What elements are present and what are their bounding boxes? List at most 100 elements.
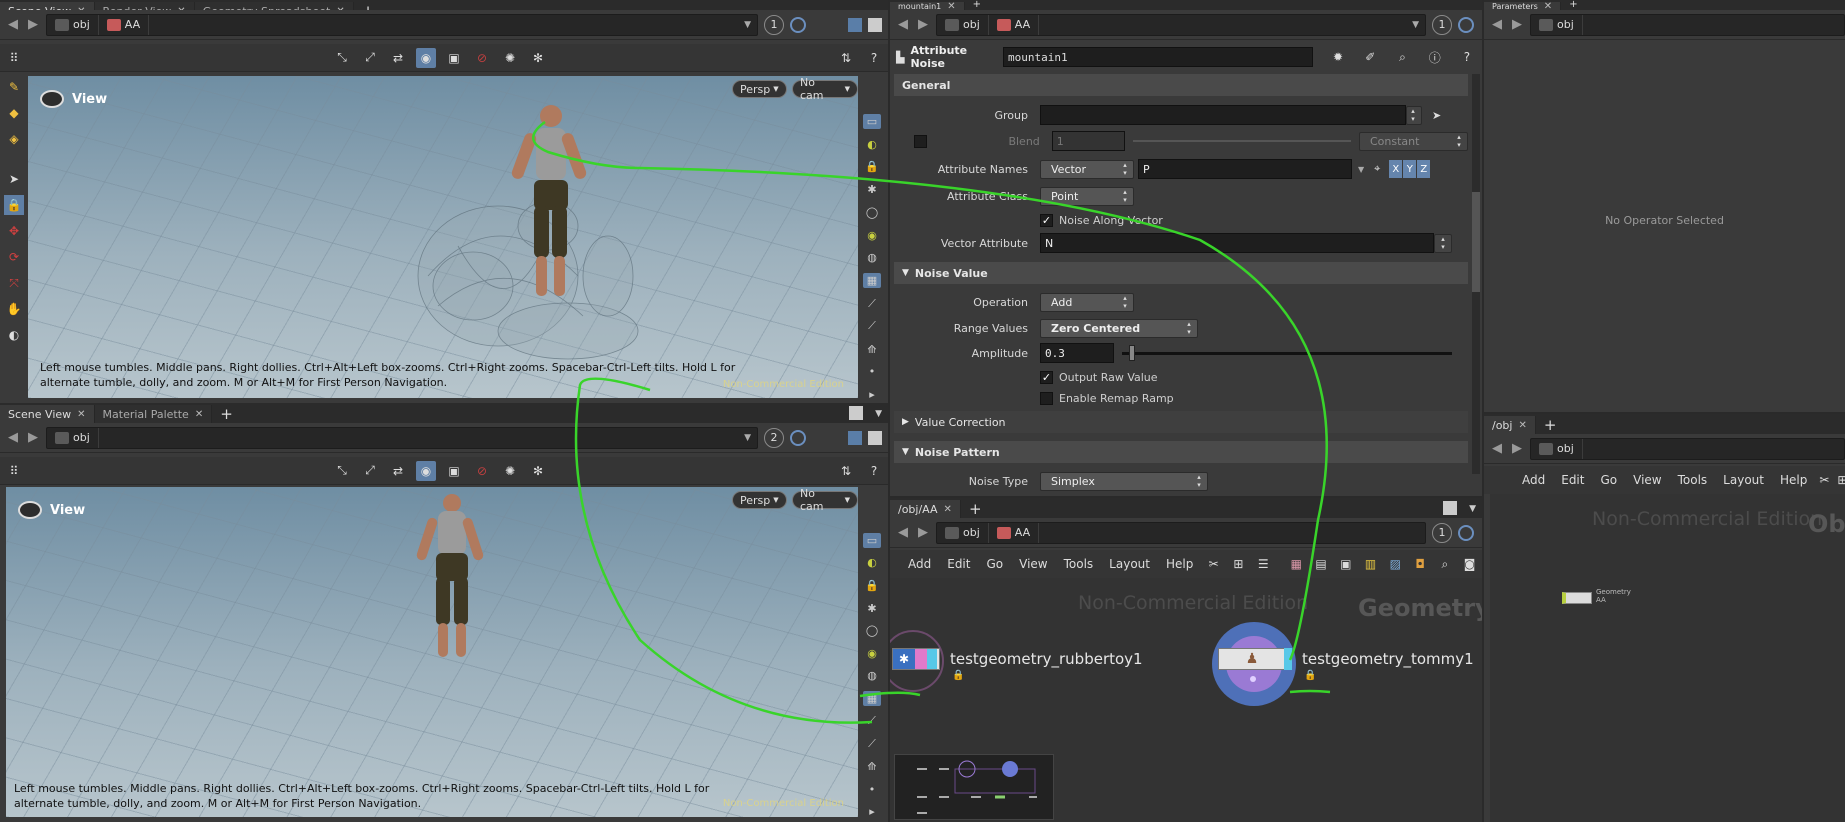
path-crumb-obj[interactable]: obj — [1531, 438, 1583, 459]
gear-icon[interactable]: ✹ — [1329, 47, 1347, 67]
vector-attr-dropdown[interactable] — [1434, 233, 1452, 253]
noise-type-menu[interactable]: Simplex — [1040, 471, 1208, 491]
z-button[interactable]: Z — [1417, 160, 1431, 178]
render-icon[interactable]: ✺ — [500, 48, 520, 68]
particle-icon[interactable]: ▦ — [863, 691, 881, 706]
pose-icon[interactable]: ✋ — [4, 299, 24, 319]
tab-obj[interactable]: /obj ✕ — [1484, 416, 1536, 434]
vertex-icon[interactable]: ⟰ — [863, 759, 881, 774]
display-geo-icon[interactable]: ◐ — [863, 556, 881, 571]
handle-tool-icon[interactable]: ◈ — [4, 129, 24, 149]
add-tab-icon[interactable]: + — [1561, 0, 1585, 10]
translate-icon[interactable]: ✥ — [4, 221, 24, 241]
tree-icon[interactable]: ⊞ — [1230, 554, 1247, 574]
normal-icon[interactable]: ⟋ — [863, 736, 881, 751]
amplitude-slider-handle[interactable] — [1128, 344, 1135, 361]
grid-view-icon[interactable]: ▦ — [1288, 554, 1305, 574]
menu-add[interactable]: Add — [900, 557, 939, 571]
pin-icon[interactable] — [1458, 524, 1474, 541]
attr-class-menu[interactable]: Point — [1040, 186, 1134, 206]
scale-icon[interactable]: ⤧ — [4, 273, 24, 293]
maximize-icon[interactable] — [848, 430, 862, 445]
ghost-icon[interactable]: ▭ — [863, 533, 881, 548]
group-field[interactable] — [1040, 105, 1406, 125]
vector-attr-field[interactable]: N — [1040, 233, 1434, 253]
light-icon[interactable]: ◯ — [863, 623, 881, 638]
snap-grid-icon[interactable]: ⤢ — [360, 461, 380, 481]
section-noise-value[interactable]: ▼ Noise Value — [894, 262, 1468, 284]
back-arrow-icon[interactable]: ◀ — [896, 17, 910, 32]
menu-edit[interactable]: Edit — [1553, 473, 1592, 487]
render-icon[interactable]: ✺ — [500, 461, 520, 481]
maximize-icon[interactable] — [1443, 501, 1458, 515]
view-tool-icon[interactable]: ◐ — [4, 325, 24, 345]
enable-remap-checkbox[interactable] — [1040, 391, 1053, 405]
lock-icon[interactable]: 🔒 — [863, 160, 881, 175]
forward-arrow-icon[interactable]: ▶ — [26, 17, 40, 32]
back-arrow-icon[interactable]: ◀ — [6, 17, 20, 32]
frame-icon[interactable]: ▸ — [863, 804, 881, 819]
path-crumb-obj[interactable]: obj — [47, 14, 99, 35]
dot-icon[interactable]: • — [863, 782, 881, 797]
add-tab-icon[interactable]: + — [212, 405, 241, 423]
chevron-down-icon[interactable]: ▼ — [744, 20, 751, 30]
param-scrollbar[interactable] — [1472, 74, 1480, 474]
menu-help[interactable]: Help — [1772, 473, 1815, 487]
blend-slider[interactable] — [1133, 140, 1351, 142]
menu-edit[interactable]: Edit — [939, 557, 978, 571]
amplitude-slider[interactable] — [1122, 344, 1452, 361]
camera-icon[interactable]: ▣ — [444, 461, 464, 481]
path-field[interactable]: obj AA ▼ — [936, 13, 1426, 36]
lock-icon[interactable]: 🔒 — [863, 578, 881, 593]
add-tab-icon[interactable]: + — [965, 0, 989, 10]
node-label-rubbertoy[interactable]: testgeometry_rubbertoy1 — [950, 650, 1143, 668]
add-tab-icon[interactable]: + — [961, 500, 990, 518]
path-field[interactable]: obj ▼ — [46, 426, 758, 449]
path-crumb-obj[interactable]: obj — [47, 427, 99, 448]
screenshot-icon[interactable]: ◙ — [1461, 554, 1478, 574]
path-crumb-aa[interactable]: AA — [989, 522, 1040, 543]
select-arrow-icon[interactable]: ➤ — [1432, 109, 1441, 122]
maximize-icon[interactable] — [848, 17, 862, 32]
wrench-icon[interactable]: ✂ — [1819, 470, 1829, 490]
node-rubbertoy-tile[interactable]: ✱ — [892, 648, 940, 670]
pin-icon[interactable] — [790, 16, 806, 33]
path-field[interactable]: obj AA — [936, 521, 1426, 544]
amplitude-field[interactable]: 0.3 — [1040, 343, 1114, 363]
menu-layout[interactable]: Layout — [1715, 473, 1772, 487]
maximize-icon[interactable] — [849, 406, 864, 420]
viewport-number-button[interactable]: 1 — [1432, 522, 1452, 543]
lock-icon[interactable]: 🔒 — [952, 670, 964, 681]
normal-icon[interactable]: ⟋ — [863, 319, 881, 334]
path-field[interactable]: obj — [1530, 437, 1845, 460]
menu-go[interactable]: Go — [978, 557, 1011, 571]
tab-mountain1[interactable]: mountain1 ✕ — [890, 1, 965, 12]
param-scrollbar-thumb[interactable] — [1472, 192, 1480, 292]
path-crumb-obj[interactable]: obj — [937, 14, 989, 35]
viewport-number-button[interactable]: 1 — [1432, 14, 1452, 35]
tab-material-palette[interactable]: Material Palette ✕ — [94, 405, 213, 423]
chevron-down-icon[interactable]: ▼ — [744, 433, 751, 443]
lock-icon[interactable]: 🔒 — [4, 195, 24, 215]
path-crumb-aa[interactable]: AA — [989, 14, 1040, 35]
stop-icon[interactable]: ⊘ — [472, 48, 492, 68]
point-icon[interactable]: ◍ — [863, 669, 881, 684]
tree-icon[interactable]: ⊞ — [1837, 470, 1845, 490]
location-pin-icon[interactable]: ⌖ — [1374, 162, 1380, 176]
tab-scene-view[interactable]: Scene View ✕ — [0, 405, 95, 423]
blend-field[interactable]: 1 — [1051, 131, 1126, 151]
y-button[interactable]: Y — [1403, 160, 1417, 178]
pane-menu-icon[interactable]: ▼ — [1469, 504, 1476, 514]
chevron-down-icon[interactable]: ▼ — [1358, 165, 1364, 174]
align-icon[interactable]: ⇅ — [836, 48, 856, 68]
menu-go[interactable]: Go — [1592, 473, 1625, 487]
viewport-3d[interactable]: View Persp ▼ No cam ▼ Left mouse tumbles… — [28, 76, 858, 398]
camera-icon[interactable]: ▣ — [444, 48, 464, 68]
snap-prim-icon[interactable]: ⇄ — [388, 48, 408, 68]
viewport-number-button[interactable]: 1 — [764, 14, 784, 35]
path-crumb-aa[interactable]: AA — [99, 14, 150, 35]
ghost-icon[interactable]: ▭ — [863, 114, 881, 129]
display-options-icon[interactable]: ◉ — [416, 460, 436, 481]
node-aa[interactable] — [1562, 592, 1592, 604]
add-tab-icon[interactable]: + — [1536, 416, 1565, 434]
